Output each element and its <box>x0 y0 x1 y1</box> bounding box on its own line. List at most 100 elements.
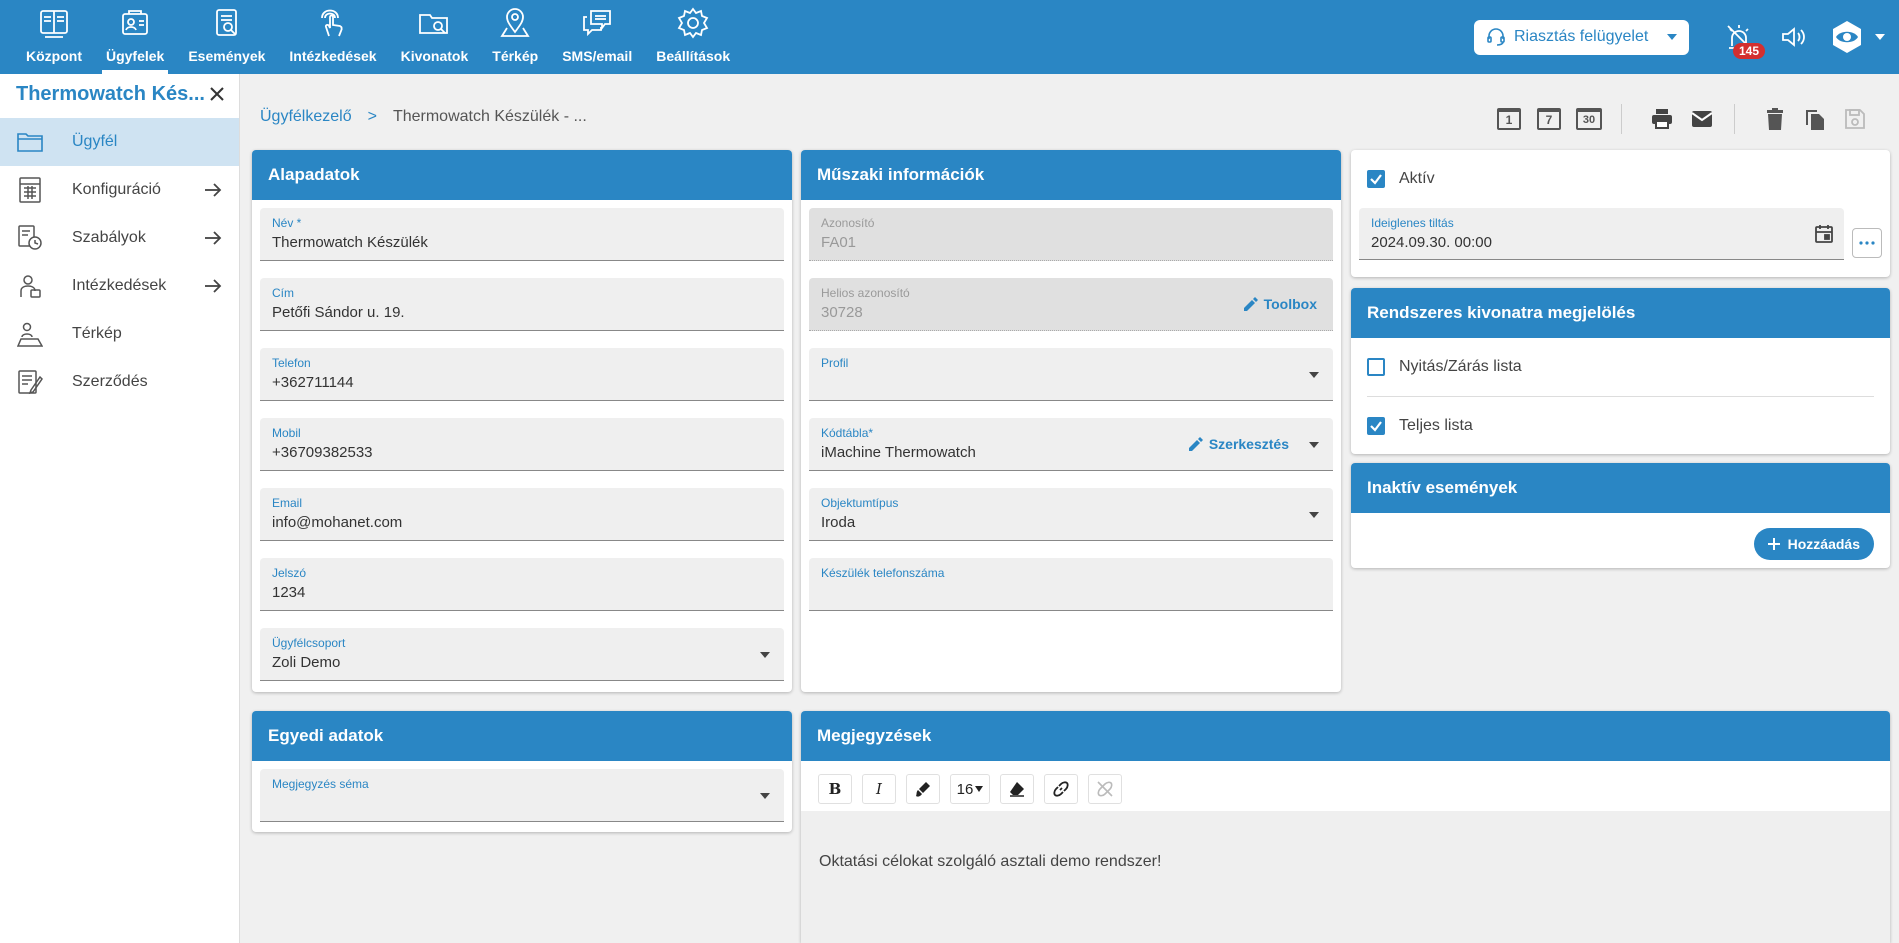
chevron-down-icon <box>1875 34 1885 40</box>
close-icon[interactable] <box>207 84 227 104</box>
nav-terkep[interactable]: Térkép <box>480 0 550 74</box>
notes-editor[interactable]: Oktatási célokat szolgáló asztali demo r… <box>801 811 1890 943</box>
sidebar-item-konfiguracio[interactable]: Konfiguráció <box>0 166 239 214</box>
arrow-right-icon <box>205 231 222 245</box>
more-options-button[interactable] <box>1852 228 1882 258</box>
field-label: Objektumtípus <box>821 496 899 510</box>
touch-icon <box>321 9 343 37</box>
brush-icon <box>916 782 930 797</box>
device-phone-field[interactable]: Készülék telefonszáma <box>809 558 1333 611</box>
remove-link-button[interactable] <box>1088 774 1122 804</box>
contract-icon <box>18 370 43 395</box>
field-label: Azonosító <box>821 216 875 230</box>
full-list-checkbox-row[interactable]: Teljes lista <box>1351 397 1890 454</box>
notification-badge: 145 <box>1732 43 1765 59</box>
toolbox-label: Toolbox <box>1263 296 1317 312</box>
mobile-field[interactable]: Mobil +36709382533 <box>260 418 784 471</box>
edit-code-table-button[interactable]: Szerkesztés <box>1188 436 1289 452</box>
nav-label: Intézkedések <box>289 48 377 64</box>
insert-link-button[interactable] <box>1044 774 1078 804</box>
eraser-icon <box>1010 782 1024 797</box>
bold-button[interactable]: B <box>818 774 852 804</box>
dropdown-caret-icon <box>1309 372 1319 378</box>
font-size-value: 16 <box>956 780 974 798</box>
events-icon <box>215 9 237 36</box>
sidebar-item-szabalyok[interactable]: Szabályok <box>0 214 239 262</box>
add-label: Hozzáadás <box>1787 536 1860 552</box>
range-1-day-button[interactable]: 1 <box>1493 105 1525 133</box>
editor-toolbar: B I 16 <box>806 767 1885 811</box>
more-horizontal-icon <box>1859 241 1875 245</box>
sidebar-item-terkep[interactable]: Térkép <box>0 310 239 358</box>
temp-ban-field[interactable]: Ideiglenes tiltás 2024.09.30. 00:00 <box>1359 208 1844 260</box>
full-list-checkbox[interactable] <box>1367 417 1385 435</box>
object-type-select[interactable]: Objektumtípus Iroda <box>809 488 1333 541</box>
address-field[interactable]: Cím Petőfi Sándor u. 19. <box>260 278 784 331</box>
calendar-7-icon: 7 <box>1537 108 1561 130</box>
copy-button[interactable] <box>1799 105 1831 133</box>
dropdown-caret-icon <box>1309 442 1319 448</box>
field-label: Telefon <box>272 356 311 370</box>
email-button[interactable] <box>1686 105 1718 133</box>
nav-sms-email[interactable]: SMS/email <box>550 0 644 74</box>
profile-select[interactable]: Profil <box>809 348 1333 401</box>
nav-intezkedesek[interactable]: Intézkedések <box>277 0 388 74</box>
eye-shield-logo-icon <box>1833 21 1861 53</box>
nav-kivonatok[interactable]: Kivonatok <box>389 0 481 74</box>
field-label: Cím <box>272 286 294 300</box>
check-icon <box>1370 174 1382 185</box>
field-value: Thermowatch Készülék <box>272 234 428 251</box>
breadcrumb-root-link[interactable]: Ügyfélkezelő <box>260 108 352 126</box>
color-button[interactable] <box>906 774 940 804</box>
password-field[interactable]: Jelszó 1234 <box>260 558 784 611</box>
sidebar-item-szerzodes[interactable]: Szerződés <box>0 358 239 406</box>
nav-label: Beállítások <box>656 48 731 64</box>
code-table-select[interactable]: Kódtábla* iMachine Thermowatch Szerkeszt… <box>809 418 1333 471</box>
notes-text: Oktatási célokat szolgáló asztali demo r… <box>819 853 1162 870</box>
print-button[interactable] <box>1646 105 1678 133</box>
copy-icon <box>1806 110 1824 130</box>
nav-kozpont[interactable]: Központ <box>14 0 94 74</box>
client-group-select[interactable]: Ügyfélcsoport Zoli Demo <box>260 628 784 681</box>
toolbox-button[interactable]: Toolbox <box>1243 296 1317 312</box>
calendar-1-icon: 1 <box>1497 108 1521 130</box>
font-size-select[interactable]: 16 <box>950 774 990 804</box>
sidebar-item-ugyfel[interactable]: Ügyfél <box>0 118 239 166</box>
chevron-down-icon <box>975 786 984 792</box>
active-checkbox[interactable] <box>1367 170 1385 188</box>
save-button[interactable] <box>1839 105 1871 133</box>
delete-button[interactable] <box>1759 105 1791 133</box>
italic-button[interactable]: I <box>862 774 896 804</box>
basic-data-card: Alapadatok Név * Thermowatch Készülék Cí… <box>252 150 792 692</box>
clear-format-button[interactable] <box>1000 774 1034 804</box>
active-checkbox-row[interactable]: Aktív <box>1351 150 1890 208</box>
dropdown-caret-icon <box>760 793 770 799</box>
unlink-icon <box>1097 781 1113 797</box>
alarm-mode-select[interactable]: Riasztás felügyelet <box>1474 19 1689 55</box>
note-schema-select[interactable]: Megjegyzés séma <box>260 769 784 822</box>
nav-esemenyek[interactable]: Események <box>176 0 277 74</box>
dashboard-icon <box>40 10 68 38</box>
email-field[interactable]: Email info@mohanet.com <box>260 488 784 541</box>
add-button[interactable]: Hozzáadás <box>1753 528 1874 560</box>
user-menu-button[interactable] <box>1827 17 1887 57</box>
phone-field[interactable]: Telefon +362711144 <box>260 348 784 401</box>
nav-ugyfelek[interactable]: Ügyfelek <box>94 0 176 74</box>
calendar-icon[interactable] <box>1814 224 1834 244</box>
breadcrumb-current: Thermowatch Készülék - ... <box>392 108 587 125</box>
name-field[interactable]: Név * Thermowatch Készülék <box>260 208 784 261</box>
main-nav: Központ Ügyfelek Események Intézkedések … <box>0 0 742 74</box>
range-30-day-button[interactable]: 30 <box>1573 105 1605 133</box>
field-label: Jelszó <box>272 566 307 580</box>
range-7-day-button[interactable]: 7 <box>1533 105 1565 133</box>
open-close-checkbox[interactable] <box>1367 358 1385 376</box>
bold-icon: B <box>828 780 842 798</box>
alarm-notifications-button[interactable]: 145 <box>1719 17 1765 59</box>
sound-button[interactable] <box>1773 17 1813 57</box>
volume-icon <box>1782 27 1805 47</box>
sidebar-item-intezkedesek[interactable]: Intézkedések <box>0 262 239 310</box>
chevron-down-icon <box>1667 34 1677 40</box>
nav-beallitasok[interactable]: Beállítások <box>644 0 742 74</box>
open-close-checkbox-row[interactable]: Nyitás/Zárás lista <box>1351 338 1890 396</box>
nav-label: Ügyfelek <box>105 48 165 64</box>
